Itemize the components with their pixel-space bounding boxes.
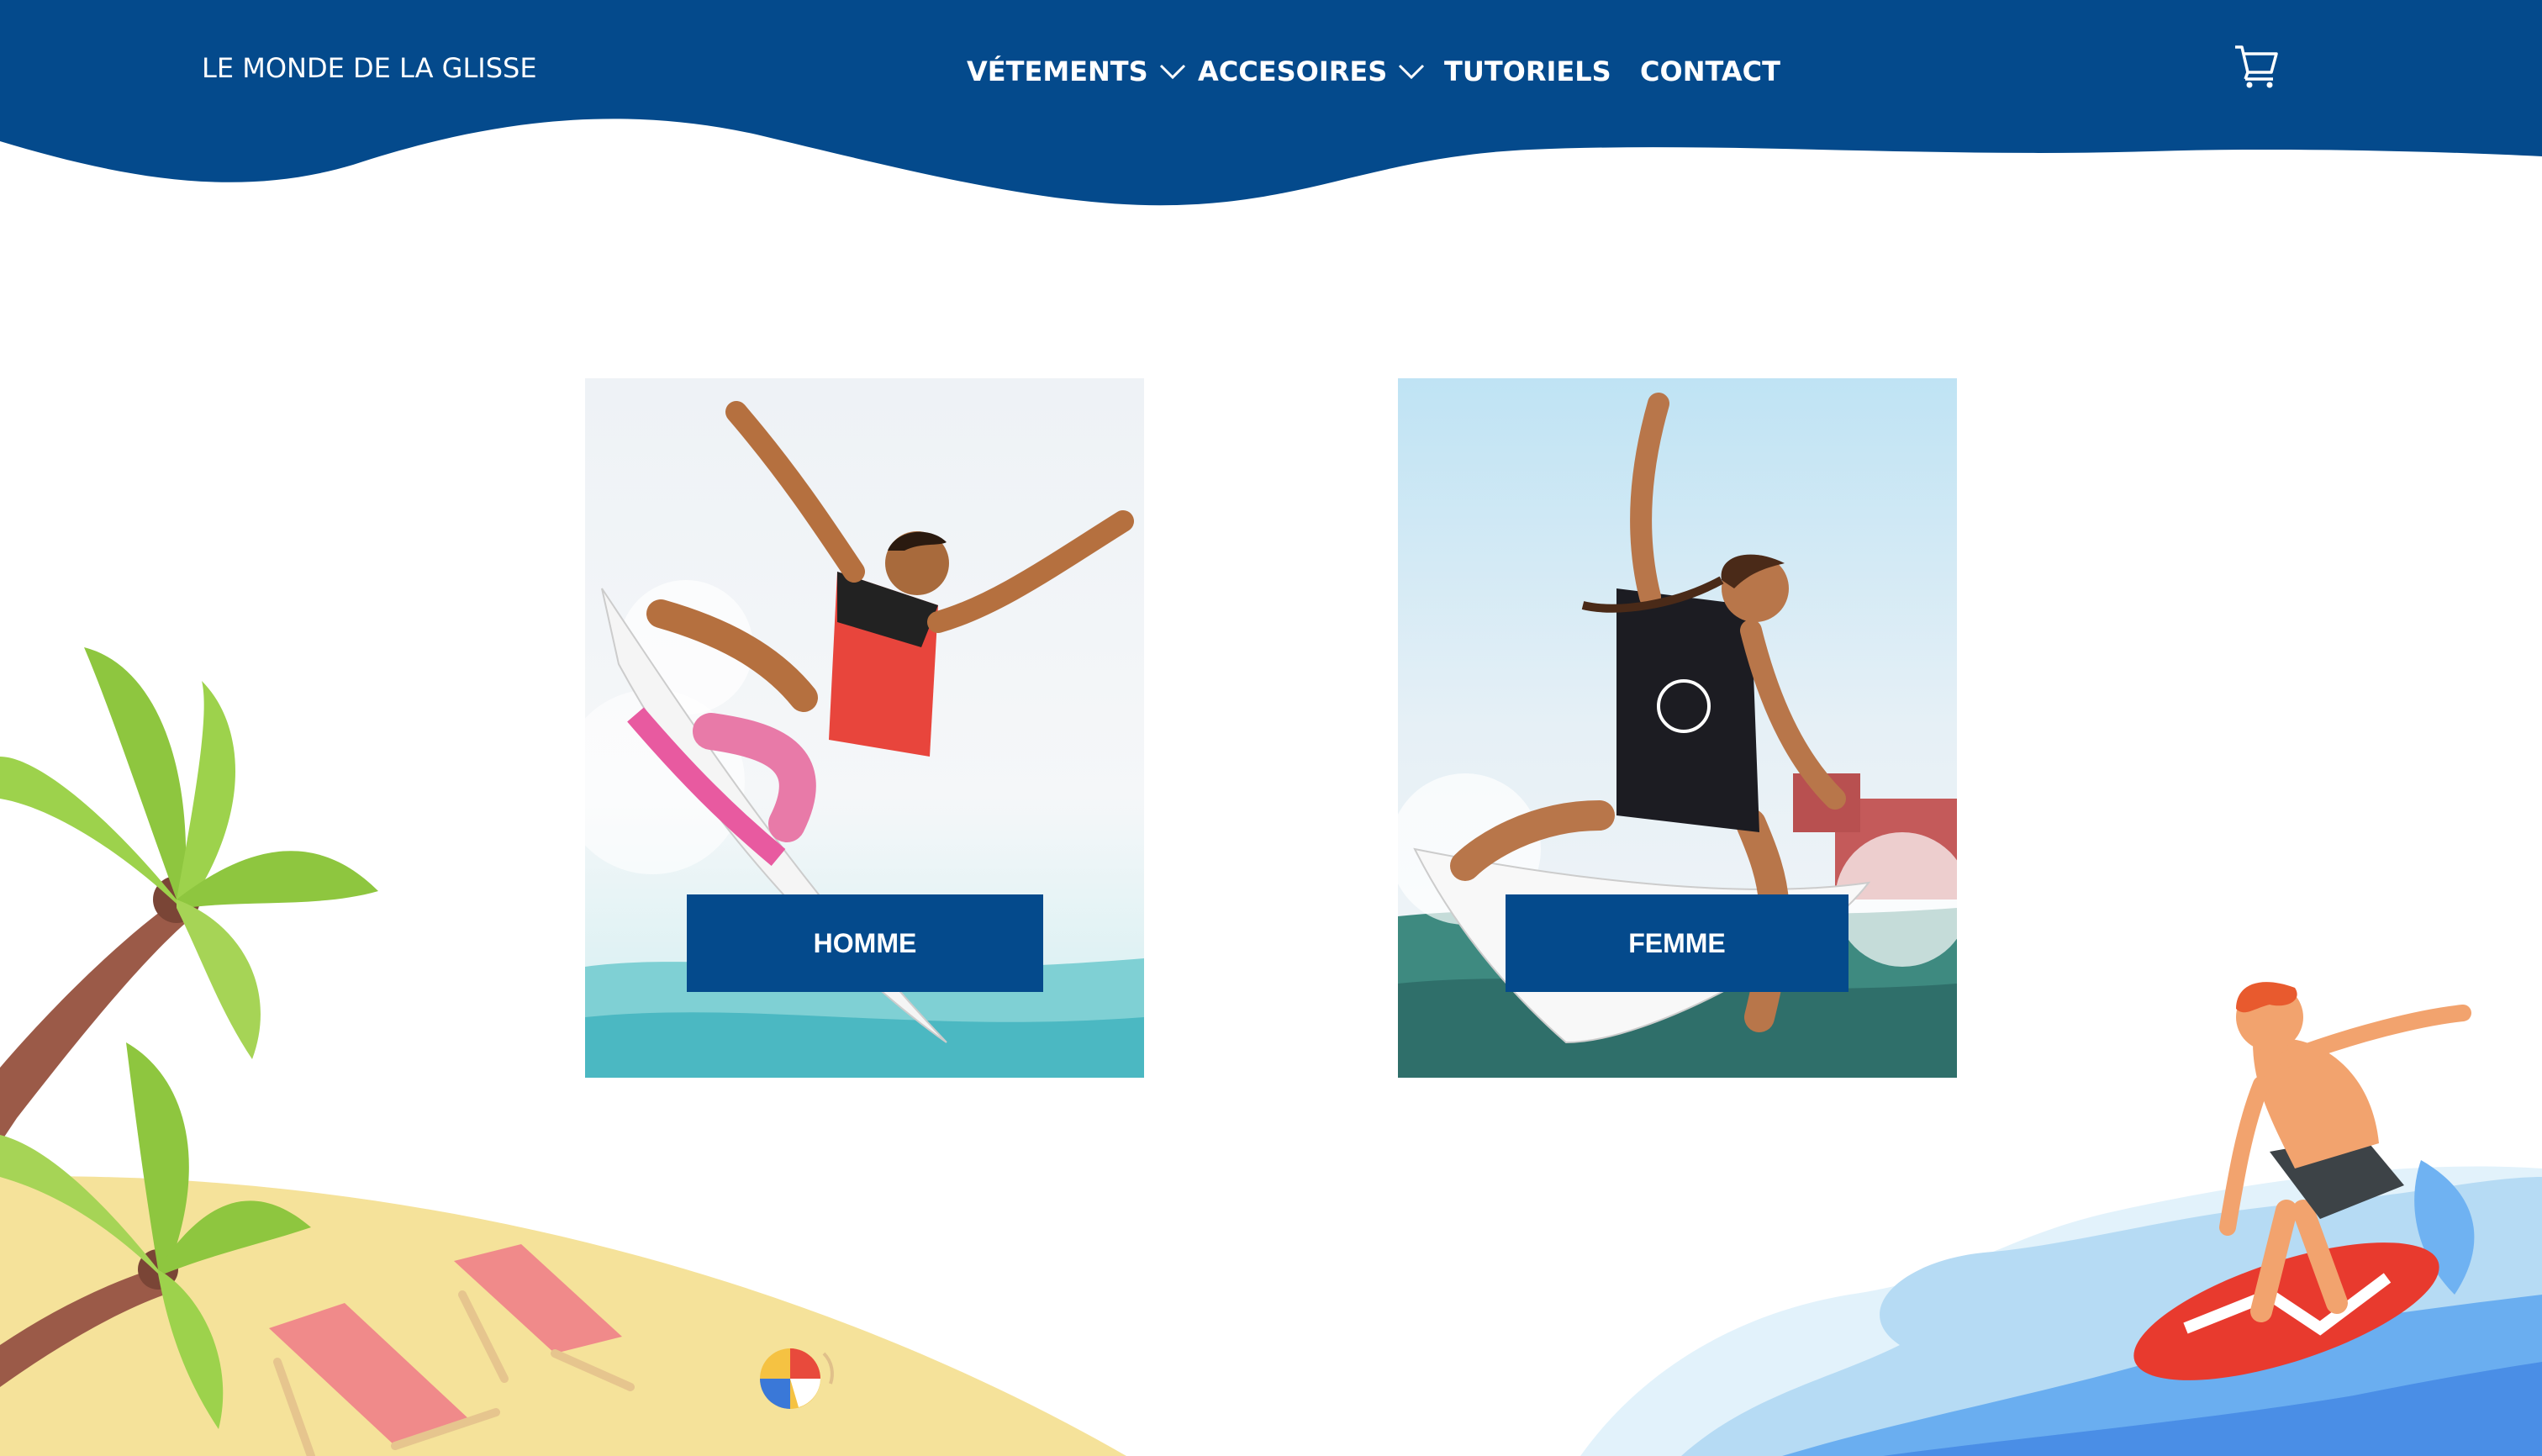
chevron-down-icon — [1159, 64, 1185, 80]
sand-area — [0, 1176, 1126, 1456]
shopping-cart-icon[interactable] — [2233, 42, 2280, 89]
beach-ball-illustration — [760, 1348, 834, 1409]
category-card-femme[interactable]: FEMME — [1398, 378, 1957, 1078]
surfer-illustration — [2133, 982, 2475, 1380]
header-background — [0, 0, 2542, 206]
femme-button[interactable]: FEMME — [1506, 894, 1848, 992]
nav-item-label: TUTORIELS — [1444, 55, 1611, 87]
nav-item-label: VÉTEMENTS — [967, 55, 1148, 87]
beach-chair-illustration — [269, 1244, 635, 1456]
nav-item-label: ACCESOIRES — [1198, 55, 1388, 87]
nav-item-contact[interactable]: CONTACT — [1640, 52, 1780, 91]
nav-item-vetements[interactable]: VÉTEMENTS — [967, 52, 1187, 91]
homme-button[interactable]: HOMME — [687, 894, 1043, 992]
palm-tree-illustration — [0, 647, 378, 1429]
nav-item-label: CONTACT — [1640, 55, 1780, 87]
nav-item-tutoriels[interactable]: TUTORIELS — [1444, 52, 1611, 91]
nav-item-accesoires[interactable]: ACCESOIRES — [1198, 52, 1426, 91]
water-illustration — [1580, 1166, 2542, 1456]
site-logo[interactable]: LE MONDE DE LA GLISSE — [202, 52, 537, 84]
category-card-homme[interactable]: HOMME — [585, 378, 1144, 1078]
chevron-down-icon — [1399, 64, 1425, 80]
